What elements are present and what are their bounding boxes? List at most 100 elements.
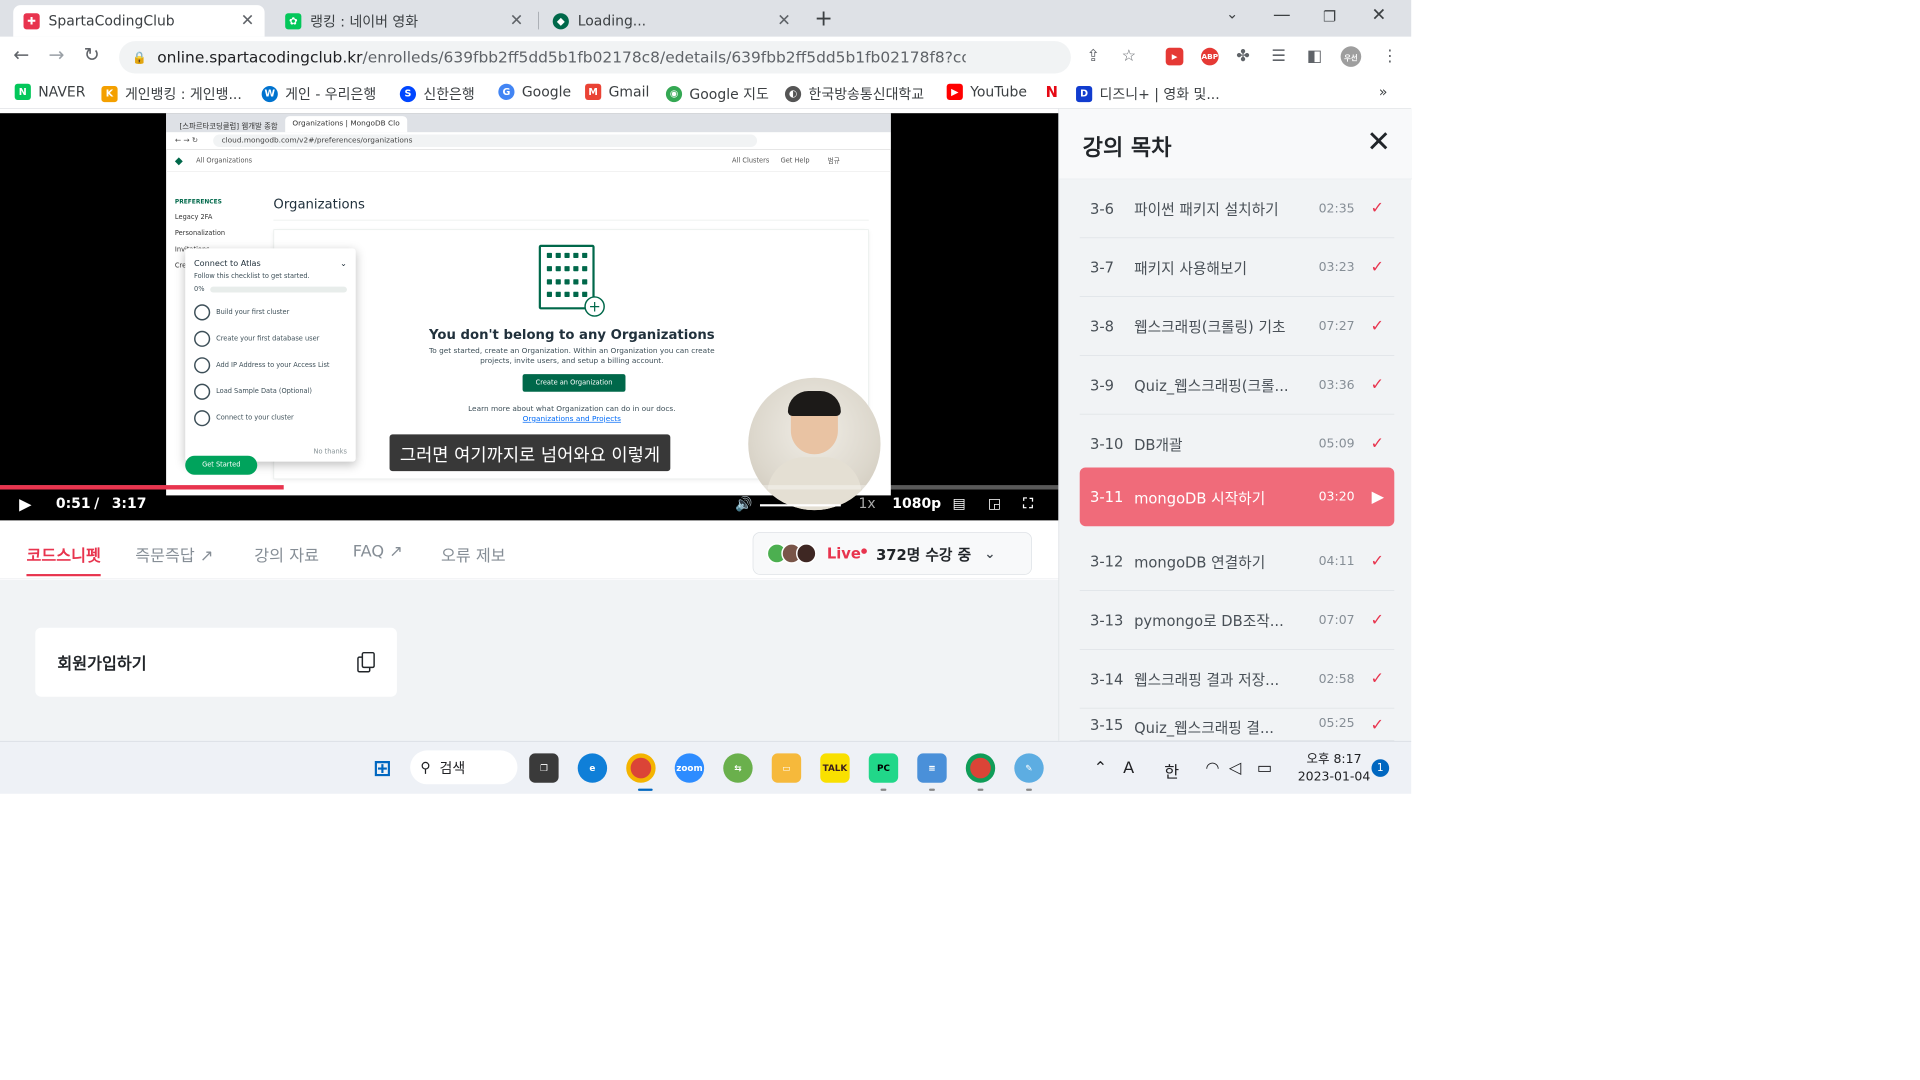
lesson-item[interactable]: 3-10 DB개괄 05:09 ✓ (1079, 415, 1395, 474)
green-app-icon[interactable]: ⇆ (723, 753, 753, 783)
share-icon[interactable]: ⇪ (1086, 47, 1100, 65)
lesson-item-current[interactable]: 3-11 mongoDB 시작하기 03:20 ▶ (1079, 467, 1395, 527)
profile-avatar[interactable]: 우선 (1340, 46, 1362, 67)
tab-qna[interactable]: 즉문즉답 ↗ (135, 542, 213, 566)
forward-arrow-icon[interactable]: → (49, 44, 65, 66)
bookmark-knou[interactable]: ◐ 한국방송통신대학교 (784, 84, 924, 104)
address-bar[interactable]: 🔒 online.spartacodingclub.kr/enrolleds/6… (119, 41, 1071, 74)
language-indicator[interactable]: 한 (1164, 759, 1179, 783)
kakaotalk-icon[interactable]: TALK (820, 753, 850, 783)
tab-faq[interactable]: FAQ ↗ (353, 542, 403, 560)
reload-icon[interactable]: ↻ (84, 44, 100, 66)
back-arrow-icon[interactable]: ← (13, 44, 29, 66)
bookmark-google-maps[interactable]: ◉ Google 지도 (665, 84, 769, 104)
play-icon[interactable]: ▶ (19, 495, 31, 513)
file-explorer-icon[interactable]: ▭ (771, 753, 802, 783)
tab-title: Loading... (577, 12, 647, 30)
minimize-icon[interactable]: — (1273, 4, 1291, 25)
bookmark-kb[interactable]: K 게인뱅킹 : 게인뱅... (101, 84, 242, 104)
battery-icon[interactable]: ▭ (1257, 759, 1272, 777)
speaker-icon[interactable]: ◁ (1229, 759, 1241, 777)
zoom-icon[interactable]: zoom (674, 753, 705, 783)
window-close-icon[interactable]: ✕ (1372, 4, 1387, 25)
sparta-favicon-icon: ✚ (23, 12, 40, 30)
video-player[interactable]: [스파르타코딩클럽] 웹개발 종합 Organizations | MongoD… (0, 113, 1059, 521)
new-tab-icon[interactable]: + (814, 6, 832, 32)
lesson-duration: 07:07 (1318, 612, 1355, 628)
notepad-icon[interactable]: ≡ (917, 753, 947, 783)
lesson-item[interactable]: 3-9 Quiz_웹스크래핑(크롤... 03:36 ✓ (1079, 356, 1395, 415)
bookmark-gmail[interactable]: M Gmail (585, 83, 649, 100)
close-icon[interactable]: ✕ (1366, 125, 1391, 159)
tab-title: SpartaCodingClub (48, 12, 175, 30)
notification-badge[interactable]: 1 (1371, 759, 1390, 777)
maximize-icon[interactable]: ❐ (1323, 7, 1336, 25)
lesson-item[interactable]: 3-8 웹스크래핑(크롤링) 기초 07:27 ✓ (1079, 297, 1395, 356)
menu-kebab-icon[interactable]: ⋮ (1382, 47, 1398, 65)
picture-in-picture-icon[interactable]: ◲ (988, 495, 1001, 511)
live-viewers-widget[interactable]: Live● 372명 수강 중 ⌄ (752, 532, 1032, 575)
extension-red-icon[interactable]: ▶ (1165, 47, 1184, 66)
running-app-indicator (1026, 788, 1032, 791)
create-organization-button: Create an Organization (522, 374, 626, 392)
lesson-item[interactable]: 3-14 웹스크래핑 결과 저장... 02:58 ✓ (1079, 650, 1395, 709)
bookmark-youtube[interactable]: ▶ YouTube (946, 83, 1027, 100)
video-progress-bar[interactable] (0, 485, 1059, 490)
tab-materials[interactable]: 강의 자료 (254, 542, 319, 566)
snippet-card[interactable]: 회원가입하기 (35, 627, 397, 697)
tab-spartacodingclub[interactable]: ✚ SpartaCodingClub ✕ (13, 5, 265, 37)
close-icon[interactable]: ✕ (777, 12, 791, 30)
checkbox-circle-icon (194, 304, 211, 321)
bookmark-woori[interactable]: W 게인 - 우리은행 (261, 84, 376, 104)
task-view-icon[interactable]: ❐ (529, 753, 559, 783)
bookmark-shinhan[interactable]: S 신한은행 (399, 84, 475, 104)
volume-slider[interactable] (759, 504, 841, 507)
lesson-item[interactable]: 3-12 mongoDB 연결하기 04:11 ✓ (1079, 532, 1395, 591)
tray-chevron-up-icon[interactable]: ⌃ (1094, 759, 1108, 777)
tab-naver-movie[interactable]: ✿ 랭킹 : 네이버 영화 ✕ (275, 5, 534, 37)
quality-selector[interactable]: 1080p (892, 495, 941, 511)
reading-list-icon[interactable]: ☰ (1272, 47, 1287, 65)
taskbar-clock[interactable]: 오후 8:17 2023-01-04 (1294, 750, 1375, 785)
ime-mode[interactable]: A (1123, 759, 1134, 777)
bookmark-label: YouTube (970, 83, 1027, 100)
viewer-count: 372명 수강 중 (876, 545, 972, 564)
captions-icon[interactable]: ▤ (953, 495, 966, 511)
paint-icon[interactable]: ✎ (1014, 753, 1044, 783)
windows-start-icon[interactable]: ⊞ (368, 753, 397, 782)
lesson-item[interactable]: 3-15 Quiz_웹스크래핑 결... 05:25 ✓ (1079, 709, 1395, 741)
woori-bank-icon: W (261, 85, 278, 102)
naver-movie-favicon-icon: ✿ (285, 12, 302, 30)
lesson-number: 3-12 (1090, 552, 1124, 570)
wifi-icon[interactable]: ◠ (1205, 759, 1219, 777)
video-subtitle: 그러면 여기까지로 넘어와요 이렇게 (389, 434, 671, 472)
extensions-puzzle-icon[interactable]: ✤ (1236, 47, 1250, 65)
tab-report-error[interactable]: 오류 제보 (441, 542, 506, 566)
bookmark-google[interactable]: G Google (498, 83, 571, 100)
playback-speed[interactable]: 1x (858, 495, 875, 511)
tab-code-snippet[interactable]: 코드스니펫 (26, 542, 101, 577)
close-icon[interactable]: ✕ (510, 12, 524, 30)
tab-loading[interactable]: ◆ Loading... ✕ (542, 5, 801, 37)
taskbar-search[interactable]: ⚲ 검색 (410, 750, 518, 785)
lesson-item[interactable]: 3-6 파이썬 패키지 설치하기 02:35 ✓ (1079, 179, 1395, 239)
edge-icon[interactable]: e (577, 753, 608, 783)
tab-search-chevron-icon[interactable]: ⌄ (1226, 4, 1238, 22)
lesson-item[interactable]: 3-13 pymongo로 DB조작... 07:07 ✓ (1079, 591, 1395, 650)
disney-plus-icon: D (1076, 85, 1093, 102)
more-bookmarks-icon[interactable]: » (1379, 84, 1388, 100)
lesson-item[interactable]: 3-7 패키지 사용해보기 03:23 ✓ (1079, 238, 1395, 297)
bookmark-naver[interactable]: N NAVER (14, 83, 86, 100)
chrome-alt-icon[interactable] (965, 753, 996, 783)
close-icon[interactable]: ✕ (241, 12, 255, 30)
chrome-icon[interactable] (626, 753, 656, 783)
bookmark-star-icon[interactable]: ☆ (1122, 47, 1137, 65)
pycharm-icon[interactable]: PC (868, 753, 899, 783)
bookmark-disney[interactable]: D 디즈니+ | 영화 및... (1076, 84, 1220, 104)
fullscreen-icon[interactable]: ⛶ (1023, 495, 1033, 511)
side-panel-icon[interactable]: ◧ (1307, 47, 1322, 65)
copy-icon[interactable] (357, 651, 375, 673)
bookmark-netflix[interactable]: N (1043, 83, 1068, 101)
adblock-plus-icon[interactable]: ABP (1200, 47, 1219, 66)
volume-icon[interactable]: 🔊 (735, 495, 752, 512)
